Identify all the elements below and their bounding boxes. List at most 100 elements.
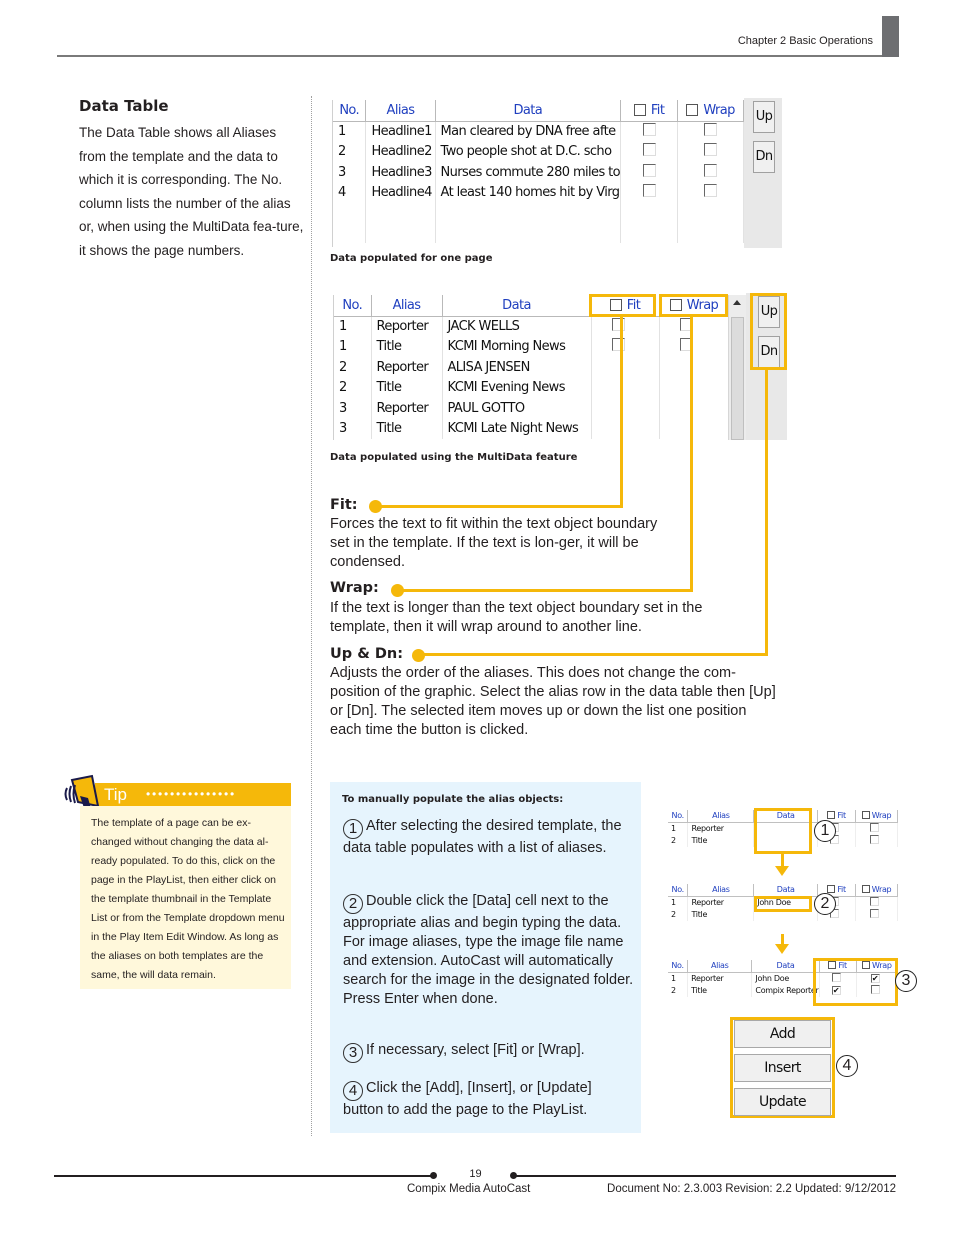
data-cell[interactable]: KCMI Morning News [442,336,592,357]
fit-term: Fit: [330,497,358,513]
add-button[interactable]: Add [734,1020,831,1048]
updn-highlight [750,293,787,370]
step-number: 1 [343,819,363,839]
table-row[interactable]: 3 Title KCMI Late Night News [334,418,730,439]
updn-leader-line [422,653,768,656]
footer-document-info: Document No: 2.3.003 Revision: 2.2 Updat… [607,1183,896,1195]
wrap-description: If the text is longer than the text obje… [330,600,703,635]
table-row[interactable]: 1 Headline1 Man cleared by DNA free afte [333,121,744,142]
procedure-step: 1 After selecting the desired template, t… [343,818,622,856]
column-header-alias[interactable]: Alias [365,100,436,122]
table-row[interactable]: 4 Headline4 At least 140 homes hit by Virg [333,182,744,203]
table-row[interactable]: 3 Reporter PAUL GOTTO [334,398,730,419]
page-number: 19 [469,1168,482,1180]
data-cell[interactable]: KCMI Late Night News [442,418,592,439]
footer-rule-right [514,1175,896,1177]
tip-text: The template of a page can be ex-changed… [80,806,291,989]
wrap-callout-dot [391,584,404,597]
fit-checkbox[interactable] [643,123,656,136]
section-title: Data Table [79,97,169,115]
fit-all-checkbox[interactable] [633,103,646,116]
wrap-highlight [659,294,728,317]
table-row[interactable]: 3 Headline3 Nurses commute 280 miles to [333,162,744,183]
data-cell-highlight [754,896,812,912]
tip-label: Tip [104,785,127,804]
step-number: 3 [343,1043,363,1063]
wrap-term: Wrap: [330,580,379,596]
column-header-data[interactable]: Data [435,100,622,122]
wrap-checkbox[interactable] [704,184,718,198]
update-button[interactable]: Update [734,1088,831,1116]
fit-checkbox[interactable] [643,143,656,157]
tip-dots: ••••••••••••••• [146,787,237,801]
column-header-alias[interactable]: Alias [371,295,443,317]
column-header-no[interactable]: No. [334,295,372,317]
footer-dot [430,1172,437,1179]
procedure-step: 4 Click the [Add], [Insert], or [Update] … [343,1080,592,1118]
fit-wrap-highlight [813,958,898,1006]
data-cell[interactable]: Nurses commute 280 miles to [435,162,622,183]
data-cell[interactable]: KCMI Evening News [442,377,592,398]
wrap-checkbox[interactable] [704,123,718,136]
updn-term: Up & Dn: [330,646,404,662]
scrollbar-thumb[interactable] [731,317,744,440]
column-header-wrap[interactable]: Wrap [677,100,744,122]
data-table-single-page[interactable]: No. Alias Data Fit Wrap 1 Headline1 Man cl… [332,100,744,247]
vertical-scrollbar[interactable] [728,295,746,440]
data-cell[interactable]: At least 140 homes hit by Virg [435,182,622,203]
column-divider [311,96,312,1136]
callout-number: 4 [836,1055,858,1077]
column-header-no[interactable]: No. [333,100,367,122]
data-cell[interactable]: JACK WELLS [442,316,592,337]
updn-description: Adjusts the order of the aliases. This d… [330,665,776,738]
table-row[interactable]: 1 Title KCMI Morning News [334,336,730,357]
table-row[interactable]: 2 Headline2 Two people shot at D.C. scho [333,141,744,162]
callout-number: 2 [814,893,836,915]
section-intro: The Data Table shows all Aliases from th… [79,125,304,258]
table-row[interactable]: 2 Reporter ALISA JENSEN [334,357,730,378]
wrap-checkbox[interactable] [704,163,718,177]
fit-leader-line [620,317,623,508]
fit-checkbox[interactable] [643,163,656,177]
figure-caption: Data populated using the MultiData featu… [330,452,578,463]
data-cell[interactable]: Two people shot at D.C. scho [435,141,622,162]
data-cell[interactable]: PAUL GOTTO [442,398,592,419]
table-row[interactable]: 2 Title KCMI Evening News [334,377,730,398]
fit-checkbox[interactable] [643,184,656,198]
data-cell[interactable]: Man cleared by DNA free afte [435,121,622,142]
header-rule [57,55,882,57]
wrap-checkbox[interactable] [704,143,718,157]
up-button[interactable]: Up [753,101,775,133]
data-cell[interactable]: ALISA JENSEN [442,357,592,378]
figure-caption: Data populated for one page [330,253,493,264]
column-header-data[interactable]: Data [442,295,592,317]
column-header-fit[interactable]: Fit [620,100,679,122]
step-number: 2 [343,894,363,914]
procedure-step: 2 Double click the [Data] cell next to th… [343,893,634,1007]
fit-leader-line [376,505,623,508]
scroll-up-arrow-icon[interactable] [733,300,741,305]
data-column-highlight [754,808,812,854]
procedure-title: To manually populate the alias objects: [342,794,564,805]
procedure-step: 3 If necessary, select [Fit] or [Wrap]. [343,1041,635,1063]
table-row[interactable]: 1 Reporter JACK WELLS [334,316,730,337]
insert-button[interactable]: Insert [734,1054,831,1082]
callout-number: 1 [814,820,836,842]
chapter-header: Chapter 2 Basic Operations [737,35,873,47]
down-arrow-icon [775,866,789,876]
wrap-leader-line [690,317,693,592]
updn-callout-dot [412,649,425,662]
callout-number: 3 [895,970,917,992]
fit-description: Forces the text to fit within the text o… [330,516,658,570]
footer-product: Compix Media AutoCast [407,1183,531,1195]
fit-highlight [589,294,656,317]
fit-callout-dot [369,500,382,513]
dn-button[interactable]: Dn [753,141,775,173]
down-arrow-icon [775,944,789,954]
footer-rule-left [54,1175,434,1177]
step-number: 4 [343,1081,363,1101]
header-tab-marker [882,16,899,57]
updn-leader-line [765,370,768,656]
wrap-all-checkbox[interactable] [686,103,699,116]
wrap-leader-line [403,589,693,592]
